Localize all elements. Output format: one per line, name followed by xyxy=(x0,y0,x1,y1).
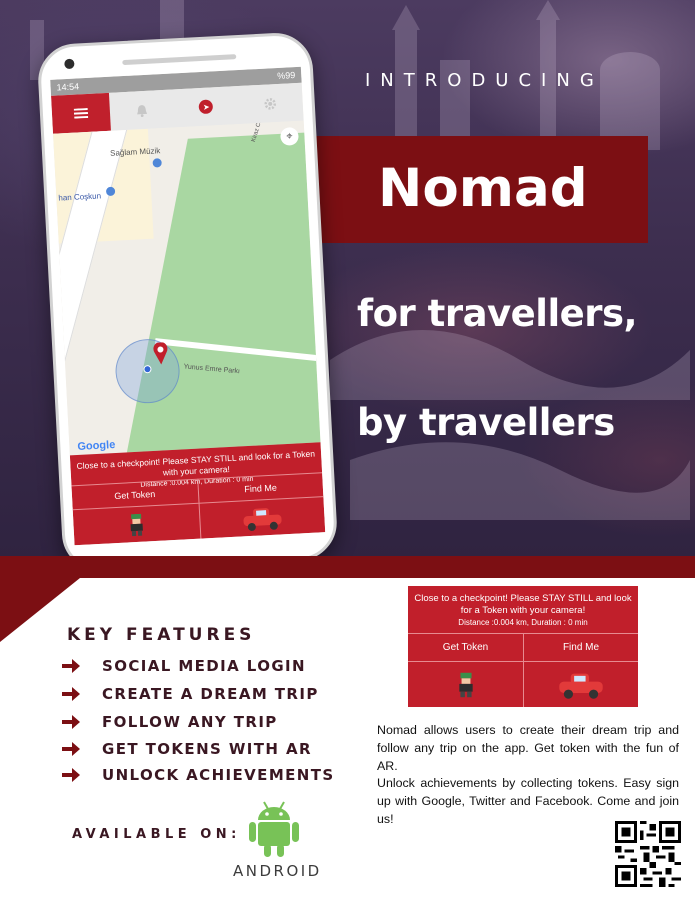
checkpoint-panel-preview: Close to a checkpoint! Please STAY STILL… xyxy=(408,586,638,707)
bell-icon xyxy=(137,104,148,117)
feature-label: UNLOCK ACHIEVEMENTS xyxy=(102,766,335,784)
android-wordmark: ANDROID xyxy=(233,862,322,880)
feature-item: FOLLOW ANY TRIP xyxy=(62,713,278,731)
description-paragraph-1: Nomad allows users to create their dream… xyxy=(377,723,679,773)
phone-speaker xyxy=(122,54,237,66)
section-divider-band xyxy=(0,556,695,578)
checkpoint-message: Close to a checkpoint! Please STAY STILL… xyxy=(414,593,632,616)
trainer-sprite-icon xyxy=(130,513,143,536)
checkpoint-panel: Close to a checkpoint! Please STAY STILL… xyxy=(69,442,326,546)
arrow-right-icon xyxy=(62,768,80,782)
status-time: 14:54 xyxy=(56,81,80,93)
map-label-0: Sağlam Müzik xyxy=(109,146,161,158)
car-sprite-cell[interactable] xyxy=(198,496,326,539)
feature-item: CREATE A DREAM TRIP xyxy=(62,685,319,703)
status-battery: %99 xyxy=(277,70,296,81)
phone-mockup: 14:54 %99 ➤ Sağlam Müzik han Coşkun Yunu… xyxy=(36,31,339,560)
trainer-sprite-icon xyxy=(458,672,473,697)
tagline-line-2: by travellers xyxy=(357,401,615,444)
map-view[interactable]: Sağlam Müzik han Coşkun Yunus Emre Parkı… xyxy=(53,120,321,456)
key-features-title: KEY FEATURES xyxy=(67,625,256,645)
checkpoint-distance: Distance :0.004 km, Duration : 0 min xyxy=(458,618,588,627)
find-me-button[interactable]: Find Me xyxy=(523,633,638,661)
tab-notifications[interactable] xyxy=(109,89,175,130)
trainer-sprite-cell[interactable] xyxy=(408,661,523,707)
feature-item: GET TOKENS WITH AR xyxy=(62,740,312,758)
get-token-button[interactable]: Get Token xyxy=(408,633,523,661)
hamburger-menu-icon xyxy=(73,107,89,119)
red-car-icon xyxy=(243,507,282,531)
red-car-icon xyxy=(559,673,603,699)
menu-button[interactable] xyxy=(51,92,111,134)
arrow-right-icon xyxy=(62,742,80,756)
navigation-icon: ➤ xyxy=(198,99,214,115)
map-poi-icon xyxy=(152,158,162,168)
feature-label: FOLLOW ANY TRIP xyxy=(102,713,278,731)
google-logo: Google xyxy=(77,438,116,453)
qr-code-icon[interactable] xyxy=(614,821,682,887)
map-park-area xyxy=(120,128,321,456)
app-description: Nomad allows users to create their dream… xyxy=(377,722,679,829)
arrow-right-icon xyxy=(62,659,80,673)
arrow-right-icon xyxy=(62,715,80,729)
tagline-line-1: for travellers, xyxy=(357,292,638,335)
phone-screen: 14:54 %99 ➤ Sağlam Müzik han Coşkun Yunu… xyxy=(50,66,326,546)
trainer-sprite-cell[interactable] xyxy=(72,502,200,546)
app-title: Nomad xyxy=(378,158,588,219)
tab-settings[interactable] xyxy=(237,83,303,124)
feature-item: SOCIAL MEDIA LOGIN xyxy=(62,657,306,675)
tab-navigation[interactable]: ➤ xyxy=(173,86,239,127)
car-sprite-cell[interactable] xyxy=(523,661,638,707)
feature-item: UNLOCK ACHIEVEMENTS xyxy=(62,766,335,784)
feature-label: SOCIAL MEDIA LOGIN xyxy=(102,657,306,675)
android-robot-icon[interactable] xyxy=(248,800,300,858)
front-camera xyxy=(64,58,75,70)
feature-label: CREATE A DREAM TRIP xyxy=(102,685,319,703)
map-pin-icon[interactable] xyxy=(152,342,169,365)
available-on-label: AVAILABLE ON: xyxy=(72,827,241,842)
gear-icon xyxy=(264,97,277,110)
hero-section: INTRODUCING Nomad for travellers, by tra… xyxy=(0,0,695,560)
arrow-right-icon xyxy=(62,687,80,701)
feature-label: GET TOKENS WITH AR xyxy=(102,740,312,758)
introducing-kicker: INTRODUCING xyxy=(365,70,604,91)
